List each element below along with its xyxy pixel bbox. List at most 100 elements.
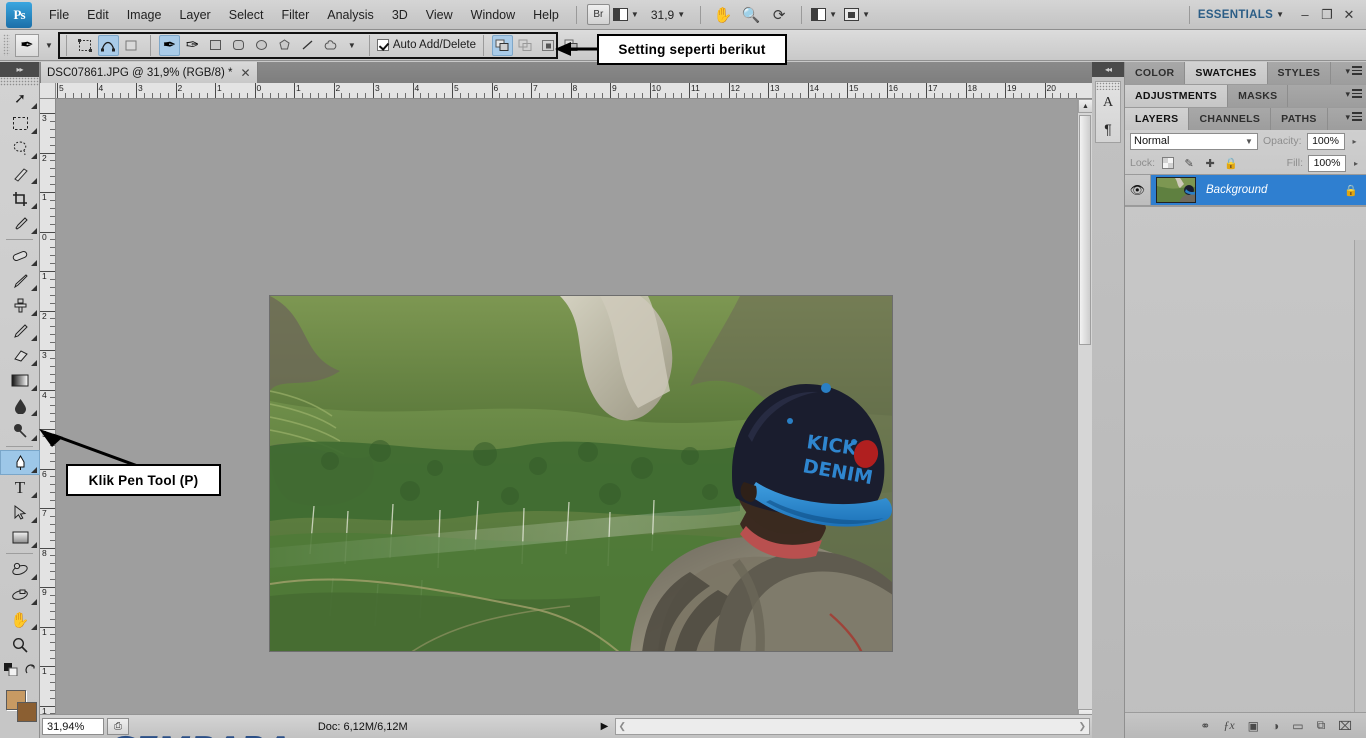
close-icon[interactable]: ✕: [241, 66, 251, 80]
tool-brush[interactable]: [0, 268, 40, 293]
opacity-input[interactable]: 100%: [1306, 132, 1345, 150]
tool-move[interactable]: ➚: [0, 86, 40, 111]
zoom-percentage-input[interactable]: 31,94%: [42, 718, 104, 735]
shape-layers-button[interactable]: [75, 35, 96, 56]
status-menu-icon[interactable]: ▶: [597, 721, 613, 732]
tool-3d-object-rotate[interactable]: [0, 557, 40, 582]
subtract-from-shape-area-button[interactable]: [515, 35, 536, 56]
paragraph-panel-icon[interactable]: ¶: [1096, 116, 1120, 142]
scroll-left-icon[interactable]: ❮: [619, 721, 627, 732]
lock-position-icon[interactable]: ✚: [1202, 155, 1218, 171]
tool-history-brush[interactable]: [0, 318, 40, 343]
new-group-icon[interactable]: ▭: [1292, 719, 1303, 733]
menu-view[interactable]: View: [417, 4, 462, 26]
default-colors-and-swap[interactable]: [0, 657, 40, 682]
layer-row-background[interactable]: 👁 Background 🔒: [1125, 174, 1366, 206]
add-to-shape-area-button[interactable]: [491, 34, 513, 56]
line-tool-button[interactable]: [297, 35, 318, 56]
layer-visibility-icon[interactable]: 👁: [1125, 175, 1151, 205]
menu-layer[interactable]: Layer: [170, 4, 219, 26]
tool-rectangular-marquee[interactable]: [0, 111, 40, 136]
scroll-thumb[interactable]: [1079, 115, 1091, 345]
rectangle-tool-button[interactable]: [205, 35, 226, 56]
canvas-horizontal-scrollbar[interactable]: ❮ ❯: [614, 718, 1090, 735]
tab-color[interactable]: COLOR: [1125, 62, 1186, 84]
canvas[interactable]: KICK DENIM: [56, 99, 1092, 723]
menu-select[interactable]: Select: [220, 4, 273, 26]
hand-tool-button[interactable]: ✋: [710, 4, 736, 26]
close-button[interactable]: ✕: [1338, 7, 1360, 23]
mini-dock-collapse-button[interactable]: ◂◂: [1092, 62, 1124, 77]
tool-rectangle-shape[interactable]: [0, 525, 40, 550]
menu-analysis[interactable]: Analysis: [318, 4, 383, 26]
layer-mask-icon[interactable]: ▣: [1248, 719, 1259, 733]
horizontal-ruler[interactable]: 5 4 3 2 1 0 1 2 3 4 5 6 7 8 9 10 11 12 13 14 15 16 17 18 19 20: [40, 83, 1092, 99]
lock-all-icon[interactable]: 🔒: [1223, 155, 1239, 171]
tools-panel-collapse[interactable]: ▸▸: [0, 62, 39, 77]
background-color-swatch[interactable]: [17, 702, 37, 722]
zoom-tool-button[interactable]: 🔍: [738, 4, 764, 26]
tool-spot-healing-brush[interactable]: [0, 243, 40, 268]
menu-help[interactable]: Help: [524, 4, 568, 26]
tool-lasso[interactable]: [0, 136, 40, 161]
fill-slider-arrow-icon[interactable]: ▸: [1351, 159, 1361, 168]
options-bar-grip[interactable]: [3, 34, 10, 56]
opacity-slider-arrow-icon[interactable]: ▸: [1350, 137, 1360, 146]
menu-image[interactable]: Image: [118, 4, 171, 26]
blend-mode-select[interactable]: Normal ▼: [1130, 132, 1258, 150]
document-image[interactable]: KICK DENIM: [269, 295, 893, 652]
tab-masks[interactable]: MASKS: [1228, 85, 1289, 107]
lock-image-pixels-icon[interactable]: ✎: [1181, 155, 1197, 171]
scroll-right-icon[interactable]: ❯: [1078, 721, 1086, 732]
panel-menu-icon[interactable]: ▾: [1345, 112, 1362, 123]
tool-blur[interactable]: [0, 393, 40, 418]
adjustment-layer-icon[interactable]: ◑: [1272, 719, 1279, 733]
ruler-origin[interactable]: [40, 83, 56, 99]
tool-zoom[interactable]: [0, 632, 40, 657]
tool-clone-stamp[interactable]: [0, 293, 40, 318]
menu-edit[interactable]: Edit: [78, 4, 118, 26]
screen-mode-button[interactable]: ▼: [844, 4, 870, 26]
lock-transparent-pixels-icon[interactable]: [1160, 155, 1176, 171]
new-layer-icon[interactable]: ⧉: [1317, 718, 1326, 733]
tool-quick-selection[interactable]: [0, 161, 40, 186]
pen-tool-button[interactable]: ✒: [158, 34, 180, 56]
zoom-level-display[interactable]: 31,9 ▼: [641, 4, 691, 26]
tool-3d-camera-rotate[interactable]: [0, 582, 40, 607]
canvas-vertical-scrollbar[interactable]: ▲ ▼: [1077, 99, 1093, 723]
delete-layer-icon[interactable]: ⌧: [1338, 719, 1352, 733]
workspace-switcher[interactable]: ESSENTIALS: [1198, 9, 1273, 21]
tool-eraser[interactable]: [0, 343, 40, 368]
ellipse-tool-button[interactable]: [251, 35, 272, 56]
panel-menu-icon[interactable]: ▾: [1345, 89, 1362, 100]
freeform-pen-tool-button[interactable]: ✑: [182, 35, 203, 56]
paths-button[interactable]: [97, 34, 119, 56]
tab-paths[interactable]: PATHS: [1271, 108, 1328, 130]
layer-style-icon[interactable]: ƒx: [1223, 718, 1234, 733]
tool-hand[interactable]: ✋: [0, 607, 40, 632]
tab-adjustments[interactable]: ADJUSTMENTS: [1125, 85, 1229, 107]
scroll-up-icon[interactable]: ▲: [1078, 99, 1093, 113]
rounded-rectangle-tool-button[interactable]: [228, 35, 249, 56]
auto-add-delete-checkbox[interactable]: Auto Add/Delete: [376, 39, 476, 51]
view-extras-button[interactable]: ▼: [612, 4, 639, 26]
tab-layers[interactable]: LAYERS: [1125, 108, 1190, 130]
fill-input[interactable]: 100%: [1308, 154, 1346, 172]
tools-panel-grip[interactable]: [0, 77, 39, 86]
polygon-tool-button[interactable]: [274, 35, 295, 56]
tool-preset-picker[interactable]: ✒ ▼: [15, 33, 59, 57]
menu-filter[interactable]: Filter: [272, 4, 318, 26]
minimize-button[interactable]: –: [1294, 7, 1316, 22]
panel-scrollbar[interactable]: [1354, 240, 1366, 738]
tab-swatches[interactable]: SWATCHES: [1185, 62, 1268, 84]
tab-channels[interactable]: CHANNELS: [1189, 108, 1272, 130]
custom-shape-tool-button[interactable]: [320, 35, 341, 56]
restore-button[interactable]: ❐: [1316, 7, 1338, 23]
menu-window[interactable]: Window: [462, 4, 524, 26]
panel-menu-icon[interactable]: ▾: [1345, 66, 1362, 77]
tab-styles[interactable]: STYLES: [1268, 62, 1332, 84]
link-layers-icon[interactable]: ⚭: [1200, 719, 1210, 733]
color-swatches[interactable]: [0, 686, 39, 732]
menu-file[interactable]: File: [40, 4, 78, 26]
character-panel-icon[interactable]: A: [1096, 90, 1120, 116]
